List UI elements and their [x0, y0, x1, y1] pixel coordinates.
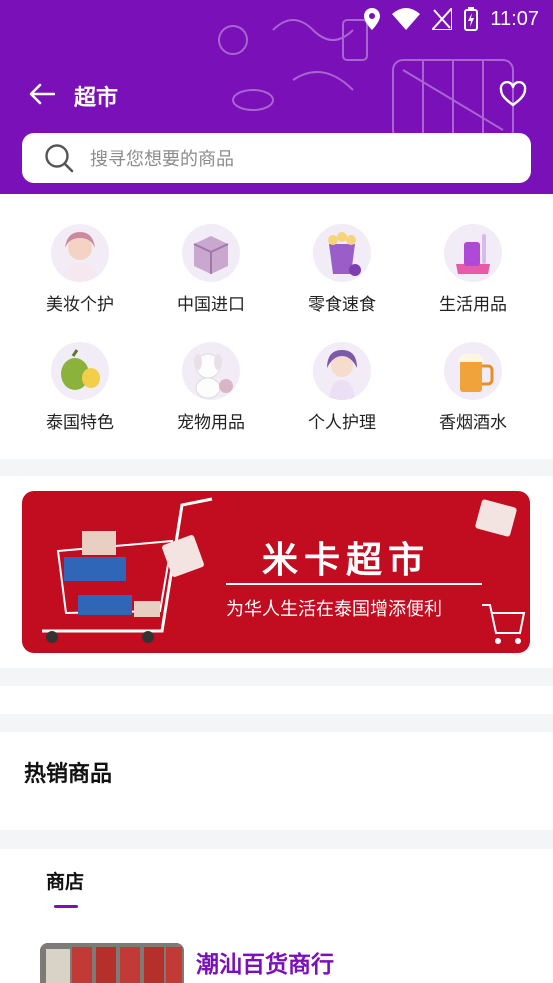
app-header: 11:07 超市 搜寻您想要的商品 — [0, 0, 553, 194]
tab-indicator — [54, 905, 78, 908]
section-title: 热销商品 — [24, 762, 113, 787]
category-label: 香烟酒水 — [439, 413, 507, 433]
no-signal-icon — [432, 8, 453, 30]
banner-subtitle: 为华人生活在泰国增添便利 — [226, 599, 442, 620]
search-input[interactable]: 搜寻您想要的商品 — [90, 145, 234, 171]
location-icon — [364, 8, 381, 30]
section-spacer — [0, 686, 553, 714]
tab-shops[interactable]: 商店 — [46, 867, 84, 894]
hot-products-section: 热销商品 — [0, 732, 553, 830]
banner-section: 米卡超市 为华人生活在泰国增添便利 — [0, 476, 553, 668]
category-label: 生活用品 — [439, 295, 507, 315]
status-bar: 11:07 — [0, 0, 553, 38]
heart-icon — [499, 81, 527, 107]
category-pet[interactable]: 宠物用品 — [151, 342, 271, 442]
status-time: 11:07 — [490, 7, 539, 30]
back-button[interactable] — [22, 74, 62, 114]
shops-section: 商店 潮汕百货商行 — [0, 849, 553, 983]
banner-title: 米卡超市 — [262, 540, 431, 581]
battery-charging-icon — [464, 7, 479, 31]
pet-icon — [182, 342, 240, 400]
category-tobacco-drinks[interactable]: 香烟酒水 — [413, 342, 533, 442]
banner-divider — [226, 583, 482, 585]
arrow-left-icon — [29, 83, 55, 105]
promo-banner[interactable]: 米卡超市 为华人生活在泰国增添便利 — [22, 491, 530, 653]
category-personal-care[interactable]: 个人护理 — [282, 342, 402, 442]
personal-care-icon — [313, 342, 371, 400]
beauty-icon — [51, 224, 109, 282]
box-icon — [182, 224, 240, 282]
wifi-icon — [392, 8, 421, 30]
search-icon — [44, 143, 74, 173]
category-beauty[interactable]: 美妆个护 — [20, 224, 140, 324]
page-title: 超市 — [74, 86, 119, 111]
snack-icon — [313, 224, 371, 282]
category-label: 泰国特色 — [46, 413, 114, 433]
shopping-cart-illustration — [42, 497, 213, 643]
category-label: 个人护理 — [308, 413, 376, 433]
nav-bar: 超市 — [0, 72, 553, 118]
durian-icon — [51, 342, 109, 400]
category-china-import[interactable]: 中国进口 — [151, 224, 271, 324]
category-daily-goods[interactable]: 生活用品 — [413, 224, 533, 324]
beer-icon — [444, 342, 502, 400]
gift-box-icon — [475, 499, 517, 537]
category-grid: 美妆个护 中国进口 零食速食 生活用品 泰国特色 宠物用品 个人护理 香烟酒水 — [0, 194, 553, 459]
shop-name[interactable]: 潮汕百货商行 — [196, 945, 334, 979]
search-bar[interactable]: 搜寻您想要的商品 — [22, 133, 531, 183]
category-label: 美妆个护 — [46, 295, 114, 315]
favorite-button[interactable] — [495, 76, 531, 112]
small-cart-icon — [482, 604, 526, 644]
category-label: 中国进口 — [177, 295, 245, 315]
category-label: 宠物用品 — [177, 413, 245, 433]
shop-thumbnail[interactable] — [40, 943, 184, 983]
category-snacks[interactable]: 零食速食 — [282, 224, 402, 324]
category-label: 零食速食 — [308, 295, 376, 315]
category-thai-specialty[interactable]: 泰国特色 — [20, 342, 140, 442]
toiletries-icon — [444, 224, 502, 282]
